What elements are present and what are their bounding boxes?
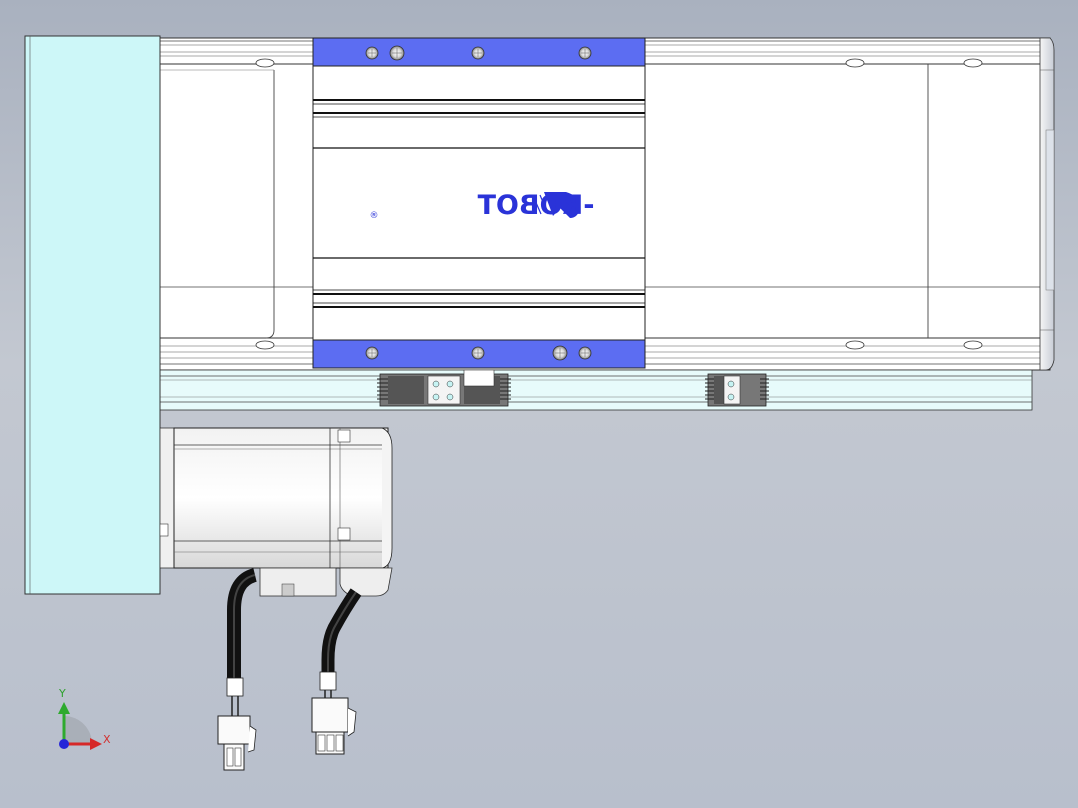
linear-actuator-model[interactable]: -ROBOT ® <box>0 0 1078 808</box>
carriage[interactable]: -ROBOT ® <box>312 37 646 369</box>
encoder-cable[interactable] <box>311 588 362 755</box>
left-end-plate[interactable] <box>24 35 161 595</box>
limit-sensor-left <box>377 369 511 407</box>
encoder-connector-housing <box>339 567 393 597</box>
power-connector-housing <box>259 567 337 597</box>
servo-motor[interactable] <box>159 427 393 597</box>
right-end-cap <box>1039 37 1055 371</box>
power-plug[interactable] <box>217 715 251 745</box>
power-cable[interactable] <box>217 568 258 771</box>
rail-channel <box>159 369 1033 411</box>
triad-x-label: X <box>103 733 111 746</box>
encoder-plug[interactable] <box>311 697 349 733</box>
brand-logo-text: -ROBOT <box>477 190 594 221</box>
triad-y-label: Y <box>59 687 66 700</box>
registered-mark: ® <box>370 211 379 221</box>
limit-sensor-right <box>705 373 769 407</box>
orientation-triad[interactable] <box>58 702 102 750</box>
triad-z-axis <box>59 739 69 749</box>
cad-viewport[interactable]: -ROBOT ® Y X <box>0 0 1078 808</box>
